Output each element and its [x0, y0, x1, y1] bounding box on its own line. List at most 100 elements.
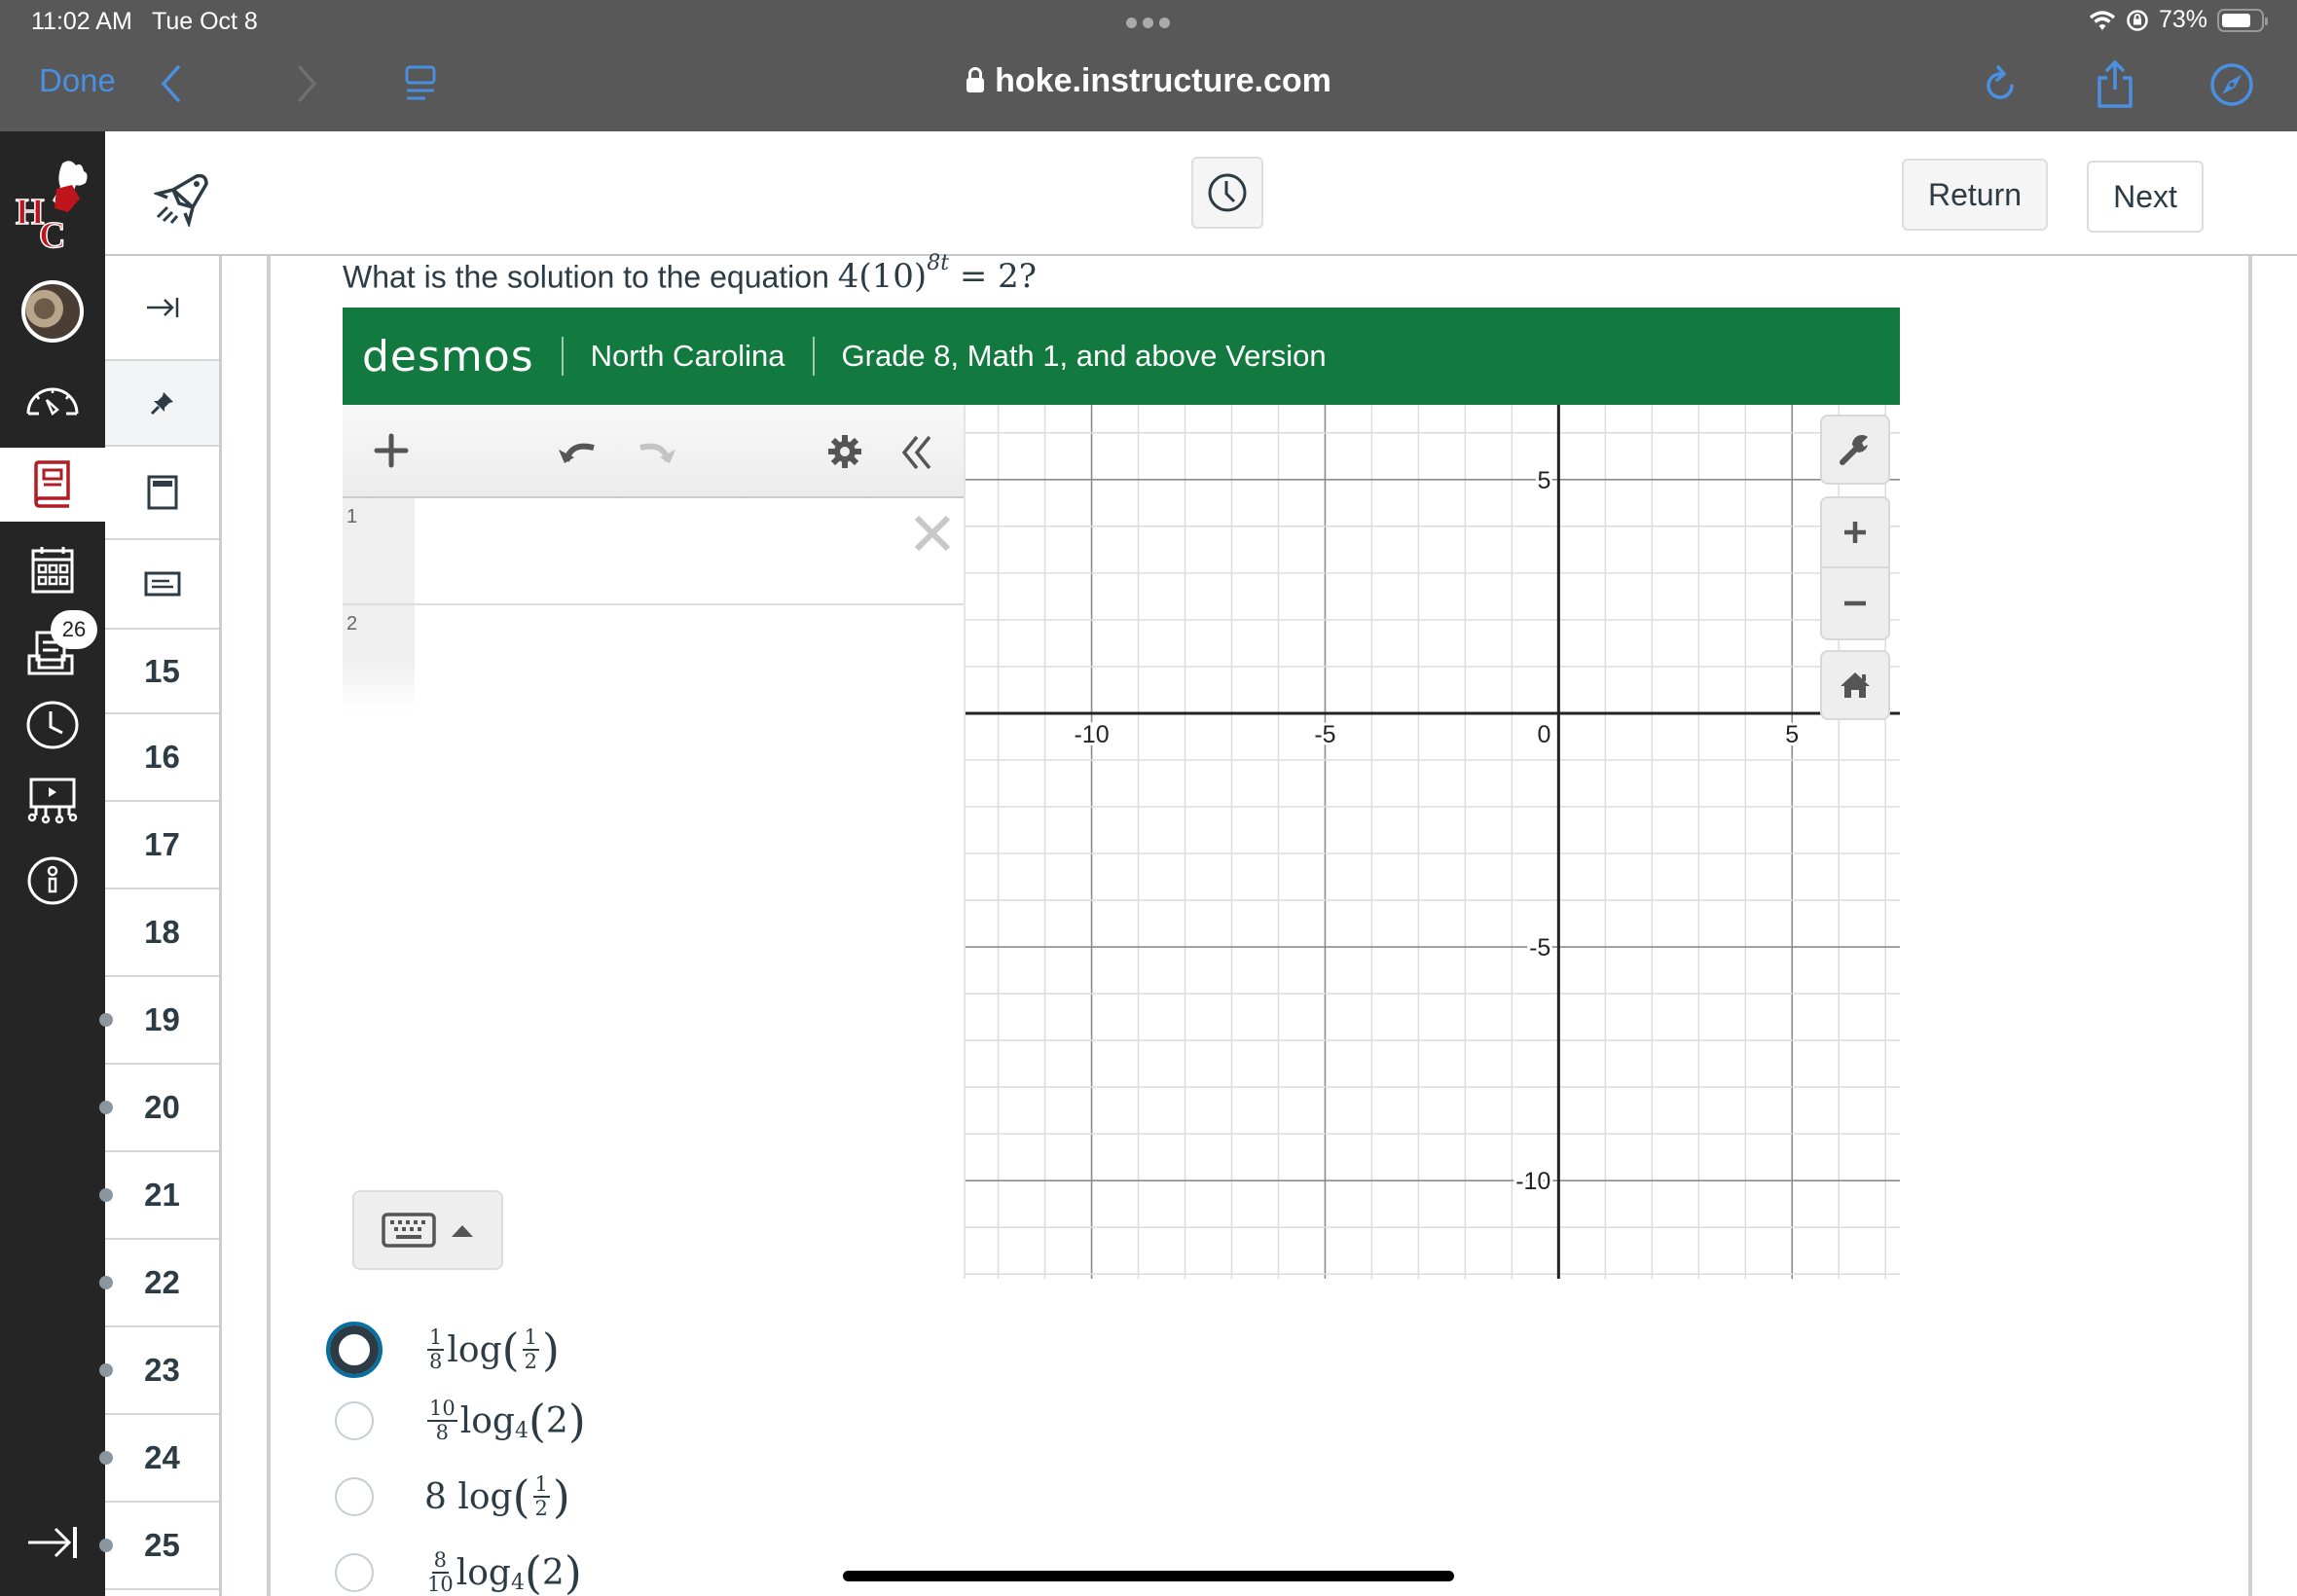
radio-unselected[interactable]	[335, 1553, 374, 1592]
answer-choice-4[interactable]: 8 10 log 4(2)	[335, 1550, 582, 1595]
nav-help[interactable]	[0, 852, 105, 910]
settings-gear-icon[interactable]	[827, 434, 862, 469]
question-17[interactable]: 17	[105, 802, 219, 889]
next-button[interactable]: Next	[2087, 161, 2204, 233]
nav-studio[interactable]	[0, 772, 105, 830]
note-icon	[144, 571, 180, 597]
add-item-icon[interactable]	[374, 433, 409, 468]
answer-choice-1[interactable]: 1 8 log(1 2)	[326, 1322, 560, 1378]
clock-icon	[1208, 173, 1247, 212]
collapse-nav-button[interactable]	[0, 1513, 105, 1572]
expression-panel: 1 2	[343, 405, 964, 1281]
dashboard-icon	[26, 387, 79, 416]
content-border	[267, 256, 271, 1596]
answered-marker	[99, 1363, 113, 1377]
question-22[interactable]: 22	[99, 1240, 219, 1327]
graph-settings-button[interactable]	[1820, 415, 1890, 485]
return-button[interactable]: Return	[1902, 159, 2048, 231]
question-navigator: 15 16 17 18 19 20 21 22 23 24 25	[99, 256, 222, 1596]
expand-icon	[146, 298, 178, 317]
status-time: 11:02 AM	[31, 8, 132, 35]
status-date: Tue Oct 8	[152, 8, 258, 35]
question-20[interactable]: 20	[99, 1065, 219, 1152]
help-info-icon	[27, 856, 78, 905]
expression-index: 2	[343, 605, 415, 712]
radio-unselected[interactable]	[335, 1477, 374, 1516]
nav-history[interactable]	[0, 696, 105, 754]
graph-canvas[interactable]: -10 -10 -5 -5 0 0 5 5 5 5 -5 -5 -10 -10	[964, 405, 1900, 1279]
answer-choice-2[interactable]: 10 8 log 4(2)	[335, 1398, 586, 1443]
answered-marker	[99, 1188, 113, 1202]
delete-expression-icon[interactable]	[913, 514, 952, 553]
notes-button[interactable]	[105, 540, 219, 630]
expression-row[interactable]: 1	[343, 498, 964, 605]
question-21[interactable]: 21	[99, 1152, 219, 1240]
answered-marker	[99, 1539, 113, 1552]
x-tick-label: 0	[1537, 721, 1550, 748]
nav-courses[interactable]	[0, 448, 105, 522]
answered-marker	[99, 1276, 113, 1289]
question-18[interactable]: 18	[105, 889, 219, 977]
equation: 4(10)8t = 2?	[837, 251, 1038, 297]
zoom-in-button[interactable]	[1822, 498, 1888, 568]
zoom-controls	[1820, 496, 1890, 640]
y-tick-label: 5	[1537, 467, 1550, 494]
desmos-logo: desmos	[362, 331, 534, 381]
multitasking-dots[interactable]	[1126, 18, 1170, 28]
y-tick-label: -5	[1529, 934, 1550, 961]
question-19[interactable]: 19	[99, 977, 219, 1065]
share-icon[interactable]	[2095, 58, 2135, 109]
expression-row[interactable]: 2	[343, 605, 964, 712]
timer-button[interactable]	[1191, 157, 1263, 229]
collapse-list-icon[interactable]	[899, 434, 934, 471]
desmos-version: Grade 8, Math 1, and above Version	[841, 339, 1327, 373]
keypad-toggle-button[interactable]	[352, 1190, 503, 1270]
nav-calendar[interactable]	[0, 540, 105, 598]
zoom-out-button[interactable]	[1822, 568, 1888, 638]
question-23[interactable]: 23	[99, 1327, 219, 1415]
caret-up-icon	[451, 1225, 473, 1237]
battery-icon	[2217, 8, 2268, 32]
redo-icon[interactable]	[633, 438, 677, 465]
compass-icon[interactable]	[2209, 62, 2254, 107]
calculator-icon	[147, 475, 177, 510]
question-24[interactable]: 24	[99, 1415, 219, 1503]
question-15[interactable]: 15	[105, 630, 219, 714]
school-logo[interactable]: H C	[0, 153, 105, 260]
nav-account[interactable]	[0, 277, 105, 345]
default-viewport-button[interactable]	[1820, 650, 1890, 720]
choice-label: 8 10 log 4(2)	[427, 1546, 582, 1596]
pin-button[interactable]	[105, 361, 219, 447]
radio-unselected[interactable]	[335, 1401, 374, 1440]
expand-panel-button[interactable]	[105, 256, 219, 361]
collapse-arrow-icon	[28, 1527, 77, 1558]
home-indicator[interactable]	[843, 1571, 1454, 1581]
rocket-icon[interactable]	[154, 172, 210, 227]
expression-input[interactable]	[417, 498, 964, 603]
desmos-header: desmos North Carolina Grade 8, Math 1, a…	[343, 308, 1900, 405]
expression-input[interactable]	[417, 605, 964, 712]
svg-text:C: C	[39, 215, 65, 255]
desmos-region: North Carolina	[590, 339, 785, 373]
reload-icon[interactable]	[1984, 64, 2019, 105]
expression-index: 1	[343, 498, 415, 603]
wrench-icon	[1840, 435, 1868, 465]
home-icon	[1841, 672, 1870, 698]
status-indicators: 73%	[2089, 6, 2268, 34]
plus-icon	[1844, 522, 1866, 543]
answered-marker	[99, 1013, 113, 1027]
graph-grid: -10-10 -5-5 00 5555-5-5-10-10	[966, 405, 1900, 1279]
address-bar[interactable]: hoke.instructure.com	[0, 62, 2297, 100]
x-tick-label: 5	[1785, 721, 1799, 748]
x-tick-label: -5	[1314, 721, 1335, 748]
keyboard-icon	[381, 1213, 436, 1248]
undo-icon[interactable]	[557, 438, 602, 465]
answer-choice-3[interactable]: 8 log(1 2)	[335, 1474, 570, 1519]
question-25[interactable]: 25	[99, 1503, 219, 1590]
calculator-button[interactable]	[105, 447, 219, 540]
question-16[interactable]: 16	[105, 714, 219, 802]
radio-selected[interactable]	[326, 1322, 383, 1378]
avatar	[21, 280, 84, 343]
nav-dashboard[interactable]	[0, 370, 105, 428]
battery-percent: 73%	[2158, 6, 2207, 33]
